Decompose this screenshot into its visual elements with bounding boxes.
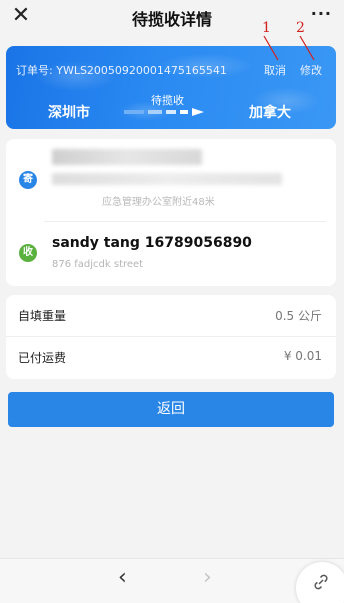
forward-arrow-icon[interactable]: › (203, 567, 212, 589)
sender-address-hint: 应急管理办公室附近48米 (102, 197, 215, 208)
annotation-1: 1 (262, 20, 271, 36)
address-card: 寄 应急管理办公室附近48米 收 sandy tang 16789056890 … (6, 139, 336, 286)
sender-address-redacted (52, 173, 282, 185)
destination-city: 加拿大 (249, 105, 291, 121)
weight-row: 自填重量 0.5 公斤 (6, 295, 336, 337)
receiver-address: 876 fadjcdk street (52, 259, 144, 270)
status-label: 待揽收 (151, 94, 184, 107)
route-arrow-icon (124, 108, 204, 116)
browser-bottom-bar: ‹ › (0, 558, 344, 603)
back-arrow-icon[interactable]: ‹ (118, 567, 127, 589)
top-bar: ✕ 待揽收详情 ··· (0, 0, 344, 36)
annotation-arrow-2 (299, 36, 315, 61)
page-title: 待揽收详情 (131, 10, 212, 29)
fee-card: 自填重量 0.5 公斤 已付运费 ¥ 0.01 (6, 295, 336, 379)
annotation-2: 2 (296, 20, 305, 36)
origin-city: 深圳市 (48, 105, 90, 121)
receiver-name-phone: sandy tang 16789056890 (52, 235, 252, 251)
weight-value: 0.5 公斤 (275, 309, 322, 323)
paid-fee-row: 已付运费 ¥ 0.01 (6, 337, 336, 379)
annotation-arrow-1 (263, 36, 279, 61)
order-number-label: 订单号: (16, 64, 53, 77)
sender-tag: 寄 (19, 171, 37, 189)
sender-name-redacted (52, 149, 202, 165)
paid-fee-value: ¥ 0.01 (283, 349, 322, 363)
order-number-value: YWLS20050920001475165541 (56, 64, 227, 77)
link-icon (314, 574, 328, 590)
divider (44, 221, 326, 222)
link-button[interactable] (296, 562, 344, 603)
modify-button[interactable]: 修改 (300, 62, 322, 78)
order-summary-card: 订单号: YWLS20050920001475165541 取消 修改 深圳市 … (6, 46, 336, 129)
receiver-tag: 收 (19, 244, 37, 262)
order-number: 订单号: YWLS20050920001475165541 (16, 62, 227, 78)
weight-label: 自填重量 (18, 309, 67, 323)
cancel-button[interactable]: 取消 (264, 62, 286, 78)
more-icon[interactable]: ··· (311, 4, 332, 23)
paid-fee-label: 已付运费 (18, 351, 67, 365)
return-button[interactable]: 返回 (8, 392, 334, 427)
